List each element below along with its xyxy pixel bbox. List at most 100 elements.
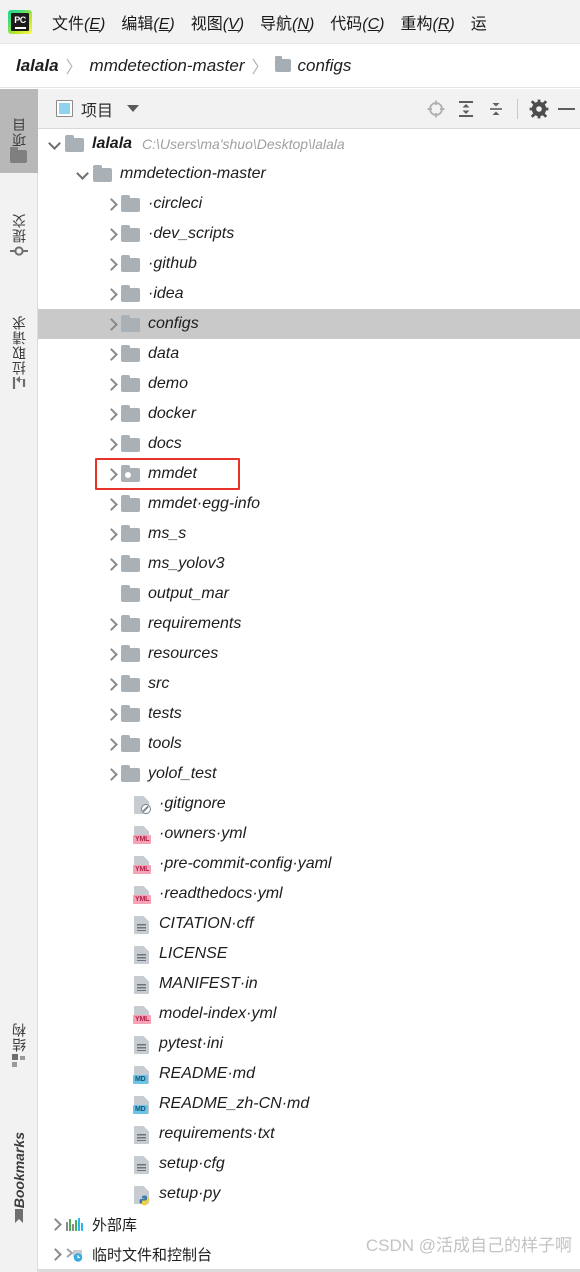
menu-item-label: 运 (470, 15, 487, 33)
tree-row-module[interactable]: mmdetection-master (38, 159, 580, 189)
breadcrumb-item-project[interactable]: lalala (16, 56, 59, 76)
chevron-right-icon[interactable] (104, 738, 117, 751)
menu-item-3[interactable]: 视图(V) (183, 10, 252, 34)
sidebar-item-pull-requests[interactable]: 拉取请求 (0, 281, 38, 401)
folder-icon (65, 134, 85, 153)
folder-icon (121, 194, 141, 213)
tree-row[interactable]: pytest·ini (38, 1029, 580, 1059)
chevron-right-icon[interactable] (104, 648, 117, 661)
tree-row[interactable]: mmdet (38, 459, 580, 489)
breadcrumb-item-folder[interactable]: configs (297, 56, 351, 76)
collapse-all-icon[interactable] (481, 94, 511, 124)
menu-item-7[interactable]: 运 (463, 10, 495, 34)
tree-row[interactable]: docs (38, 429, 580, 459)
chevron-right-icon[interactable] (104, 498, 117, 511)
tree-row[interactable]: tools (38, 729, 580, 759)
tree-row[interactable]: MD README·md (38, 1059, 580, 1089)
tree-row[interactable]: configs (38, 309, 580, 339)
chevron-right-icon[interactable] (104, 558, 117, 571)
chevron-right-icon[interactable] (48, 1248, 61, 1261)
menu-item-6[interactable]: 重构(R) (393, 10, 463, 34)
sidebar-item-bookmarks[interactable]: Bookmarks (0, 1094, 38, 1234)
tree-row[interactable]: setup·py (38, 1179, 580, 1209)
chevron-right-icon[interactable] (104, 318, 117, 331)
chevron-right-icon[interactable] (104, 288, 117, 301)
tree-item-label: ·readthedocs·yml (159, 885, 283, 902)
tree-row[interactable]: requirements·txt (38, 1119, 580, 1149)
tree-row[interactable]: src (38, 669, 580, 699)
chevron-right-icon[interactable] (104, 618, 117, 631)
chevron-down-icon[interactable] (48, 138, 61, 151)
tree-item-label: ·pre-commit-config·yaml (159, 855, 332, 872)
chevron-right-icon[interactable] (48, 1218, 61, 1231)
folder-icon (121, 644, 141, 663)
tree-row[interactable]: LICENSE (38, 939, 580, 969)
tree-item-label: src (148, 675, 170, 692)
chevron-right-icon[interactable] (104, 678, 117, 691)
menu-item-5[interactable]: 代码(C) (322, 10, 392, 34)
tree-row[interactable]: YML ·pre-commit-config·yaml (38, 849, 580, 879)
tree-row[interactable]: ·idea (38, 279, 580, 309)
tree-row[interactable]: CITATION·cff (38, 909, 580, 939)
tree-row[interactable]: ·gitignore (38, 789, 580, 819)
tree-row[interactable]: data (38, 339, 580, 369)
project-tree[interactable]: lalala C:\Users\ma'shuo\Desktop\lalala m… (38, 129, 580, 1272)
breadcrumb-item-module[interactable]: mmdetection-master (90, 56, 245, 76)
tree-row[interactable]: MD README_zh-CN·md (38, 1089, 580, 1119)
scratches-consoles-icon (65, 1246, 85, 1263)
chevron-right-icon[interactable] (104, 528, 117, 541)
tree-items: ·circleci ·dev_scripts ·github ·idea configs… (38, 189, 580, 1209)
tree-row[interactable]: output_mar (38, 579, 580, 609)
settings-gear-icon[interactable] (524, 94, 554, 124)
menu-item-2[interactable]: 编辑(E) (113, 10, 182, 34)
chevron-right-icon[interactable] (104, 468, 117, 481)
locate-icon[interactable] (421, 94, 451, 124)
sidebar-item-project[interactable]: 项目 (0, 89, 38, 173)
tree-row[interactable]: YML model-index·yml (38, 999, 580, 1029)
tree-item-label: demo (148, 375, 189, 392)
breadcrumb-separator-icon: 〉 (251, 58, 269, 77)
menu-item-1[interactable]: 文件(E) (44, 10, 113, 34)
chevron-right-icon[interactable] (104, 198, 117, 211)
tree-row[interactable]: ·dev_scripts (38, 219, 580, 249)
menu-item-4[interactable]: 导航(N) (252, 10, 322, 34)
sidebar-label-bookmarks: Bookmarks (11, 1131, 27, 1208)
tree-row[interactable]: docker (38, 399, 580, 429)
chevron-right-icon[interactable] (104, 708, 117, 721)
chevron-right-icon[interactable] (104, 348, 117, 361)
tree-row[interactable]: ·circleci (38, 189, 580, 219)
expand-all-icon[interactable] (451, 94, 481, 124)
chevron-right-icon[interactable] (104, 378, 117, 391)
tree-row[interactable]: ms_yolov3 (38, 549, 580, 579)
chevron-right-icon[interactable] (104, 768, 117, 781)
chevron-down-icon[interactable] (76, 168, 89, 181)
tree-row[interactable]: mmdet·egg-info (38, 489, 580, 519)
chevron-down-icon[interactable] (127, 105, 140, 112)
tree-row[interactable]: MANIFEST·in (38, 969, 580, 999)
tree-item-label: requirements (148, 615, 242, 632)
tree-row[interactable]: YML ·readthedocs·yml (38, 879, 580, 909)
tree-row[interactable]: setup·cfg (38, 1149, 580, 1179)
chevron-right-icon[interactable] (104, 408, 117, 421)
tree-row[interactable]: YML ·owners·yml (38, 819, 580, 849)
chevron-right-icon[interactable] (104, 438, 117, 451)
chevron-right-icon[interactable] (104, 258, 117, 271)
sidebar-item-commit[interactable]: 提交 (0, 185, 38, 269)
project-panel-title: 项目 (81, 102, 114, 120)
folder-icon (121, 554, 141, 573)
tree-root-path: C:\Users\ma'shuo\Desktop\lalala (142, 136, 345, 152)
chevron-right-icon[interactable] (104, 228, 117, 241)
tree-item-label: output_mar (148, 585, 229, 602)
tree-row[interactable]: yolof_test (38, 759, 580, 789)
tree-row[interactable]: demo (38, 369, 580, 399)
tree-row[interactable]: requirements (38, 609, 580, 639)
tree-row-root[interactable]: lalala C:\Users\ma'shuo\Desktop\lalala (38, 129, 580, 159)
tree-row[interactable]: ms_s (38, 519, 580, 549)
text-file-icon (132, 945, 152, 964)
sidebar-item-structure[interactable]: 结构 (0, 994, 38, 1078)
minimize-icon[interactable] (554, 94, 576, 124)
tree-row[interactable]: ·github (38, 249, 580, 279)
yml-file-icon: YML (132, 1005, 152, 1024)
tree-row[interactable]: tests (38, 699, 580, 729)
tree-row[interactable]: resources (38, 639, 580, 669)
